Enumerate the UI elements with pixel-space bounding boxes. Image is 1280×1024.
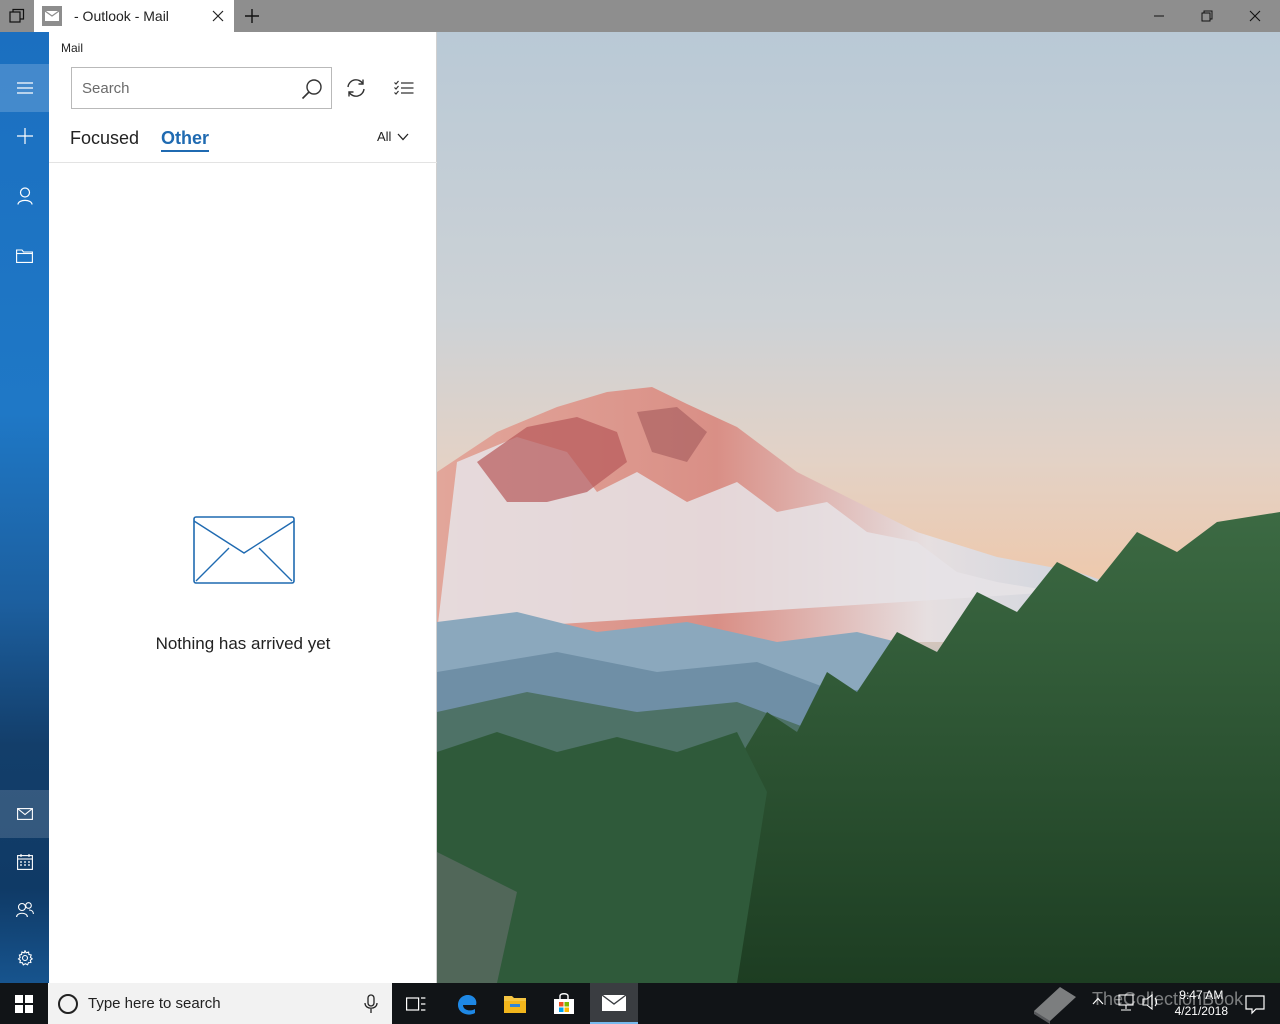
plus-icon — [245, 9, 259, 23]
gear-icon — [17, 950, 33, 966]
mail-app-button[interactable] — [590, 983, 638, 1024]
mail-app-tab-icon — [42, 6, 62, 26]
edge-button[interactable] — [443, 983, 491, 1024]
file-explorer-icon — [504, 995, 526, 1013]
minimize-button[interactable] — [1135, 0, 1183, 32]
minimize-icon — [1154, 15, 1164, 17]
sync-button[interactable] — [340, 72, 372, 104]
folders-button[interactable] — [0, 232, 49, 280]
windows-logo-icon — [15, 994, 33, 1013]
close-window-button[interactable] — [1231, 0, 1279, 32]
accounts-button[interactable] — [0, 172, 49, 220]
mountain-landscape-image — [437, 32, 1280, 983]
store-icon — [554, 992, 574, 1014]
filter-dropdown[interactable]: All — [377, 129, 409, 144]
reading-pane-background — [437, 32, 1280, 983]
close-window-icon — [1249, 10, 1261, 22]
file-explorer-button[interactable] — [491, 983, 539, 1024]
switch-to-calendar-button[interactable] — [0, 838, 49, 886]
new-tab-button[interactable] — [236, 0, 268, 32]
calendar-icon — [16, 854, 33, 870]
restore-icon — [1201, 10, 1213, 22]
empty-state-message: Nothing has arrived yet — [155, 634, 331, 653]
browser-tab[interactable]: - Outlook - Mail — [34, 0, 234, 32]
filter-label: All — [377, 129, 392, 144]
taskbar: Type here to search TheCollectionBook 9:… — [0, 983, 1280, 1024]
app-name: Mail — [61, 41, 84, 55]
search-placeholder: Search — [82, 80, 130, 97]
volume-icon[interactable] — [1142, 994, 1160, 1010]
message-list-pane: Mail Search Focused Other All Nothing ha… — [49, 32, 437, 983]
switch-to-mail-button[interactable] — [0, 790, 49, 838]
taskbar-search-placeholder: Type here to search — [88, 995, 221, 1012]
clock-date: 4/21/2018 — [1174, 1004, 1228, 1018]
person-icon — [16, 187, 33, 205]
empty-mail-envelope-icon — [193, 516, 295, 584]
search-icon[interactable] — [301, 78, 323, 100]
tab-focused[interactable]: Focused — [70, 128, 139, 149]
clock[interactable]: 9:47 AM 4/21/2018 — [1175, 987, 1228, 1019]
tab-title: - Outlook - Mail — [74, 8, 169, 24]
new-mail-button[interactable] — [0, 112, 49, 160]
chevron-down-icon — [397, 133, 409, 140]
cortana-icon — [58, 994, 78, 1014]
tab-overview-icon — [9, 8, 25, 23]
clock-time: 9:47 AM — [1179, 988, 1224, 1002]
action-center-icon[interactable] — [1244, 993, 1266, 1015]
store-button[interactable] — [540, 983, 588, 1024]
close-icon — [212, 10, 224, 22]
sync-icon — [347, 79, 365, 97]
tab-close-button[interactable] — [202, 0, 234, 32]
settings-button[interactable] — [0, 934, 49, 982]
mail-icon — [16, 808, 33, 820]
title-bar: - Outlook - Mail — [0, 0, 1280, 32]
book-logo-icon — [1034, 987, 1076, 1024]
restore-button[interactable] — [1183, 0, 1231, 32]
mail-app-icon — [601, 993, 627, 1011]
chevron-up-icon[interactable] — [1092, 997, 1104, 1005]
network-icon[interactable] — [1118, 994, 1134, 1012]
microphone-icon[interactable] — [360, 993, 382, 1015]
edge-icon — [458, 994, 477, 1015]
plus-icon — [16, 128, 33, 144]
hamburger-menu-button[interactable] — [0, 64, 49, 112]
start-button[interactable] — [0, 983, 48, 1024]
navigation-rail — [0, 32, 49, 983]
task-view-icon — [406, 996, 426, 1011]
people-icon — [15, 902, 34, 918]
folder-icon — [16, 249, 33, 263]
tab-overview-button[interactable] — [0, 0, 34, 32]
checklist-icon — [394, 80, 414, 95]
task-view-button[interactable] — [392, 983, 440, 1024]
hamburger-icon — [16, 82, 33, 94]
selection-mode-button[interactable] — [388, 72, 420, 104]
taskbar-search-box[interactable]: Type here to search — [48, 983, 392, 1024]
divider — [49, 162, 437, 163]
tab-other[interactable]: Other — [161, 128, 210, 152]
switch-to-people-button[interactable] — [0, 886, 49, 934]
search-input[interactable]: Search — [71, 67, 332, 109]
